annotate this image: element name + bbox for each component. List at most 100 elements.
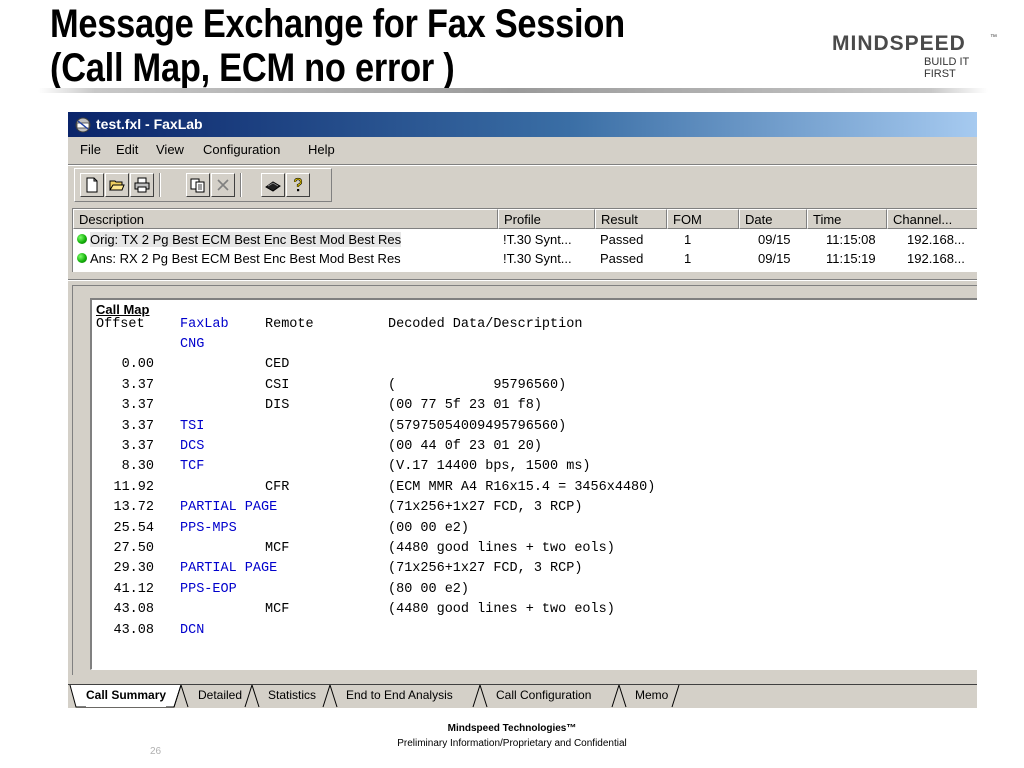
menu-edit[interactable]: Edit [116,142,138,157]
session-description: Ans: RX 2 Pg Best ECM Best Enc Best Mod … [90,251,401,266]
tab-call-configuration[interactable]: Call Configuration [496,685,591,707]
panel-separator [68,279,977,281]
logo-trademark: ™ [990,34,997,41]
call-map-offset: 11.92 [113,479,154,495]
call-map-description: (4480 good lines + two eols) [388,602,615,618]
toolbar-divider [159,173,161,197]
main-toolbar [74,168,332,202]
print-icon [134,177,150,193]
call-map-col-description: Decoded Data/Description [388,317,583,332]
column-channel[interactable]: Channel... [887,209,977,229]
call-map-description: ( 95796560) [388,377,567,393]
call-map-description: (V.17 14400 bps, 1500 ms) [388,459,591,475]
logo-tagline: BUILD IT FIRST [924,56,970,80]
menu-help[interactable]: Help [308,142,335,157]
column-time[interactable]: Time [807,209,887,229]
call-map-content[interactable]: Call Map Offset FaxLab Remote Decoded Da… [90,298,977,670]
session-row[interactable]: Ans: RX 2 Pg Best ECM Best Enc Best Mod … [73,249,977,268]
session-list-header: Description Profile Result FOM Date Time… [73,209,977,229]
delete-icon [217,179,229,191]
call-map-offset: 3.37 [121,418,154,434]
tab-strip: Call Summary Detailed Statistics End to … [68,684,977,708]
call-map-description: (57975054009495796560) [388,418,567,434]
call-map-panel: Call Map Offset FaxLab Remote Decoded Da… [72,285,977,675]
slide-title-line1: Message Exchange for Fax Session [50,2,625,46]
menu-bar: File Edit View Configuration Help [68,140,977,162]
call-map-faxlab: DCN [180,622,205,638]
compile-button[interactable] [261,173,285,197]
column-description[interactable]: Description [73,209,498,229]
call-map-remote: DIS [265,398,290,414]
mindspeed-logo: MINDSPEED ™ BUILD IT FIRST [832,32,1002,80]
window-title: test.fxl - FaxLab [96,116,203,132]
copy-icon [190,178,205,193]
compile-icon [265,181,281,192]
help-button[interactable] [286,173,310,197]
copy-button[interactable] [186,173,210,197]
session-result: Passed [600,251,644,266]
session-time: 11:15:19 [826,251,876,266]
call-map-offset: 43.08 [113,622,154,638]
call-map-description: (71x256+1x27 FCD, 3 RCP) [388,500,583,516]
menu-file[interactable]: File [80,142,101,157]
call-map-offset: 43.08 [113,602,154,618]
column-result[interactable]: Result [595,209,667,229]
menu-view[interactable]: View [156,142,184,157]
menu-configuration[interactable]: Configuration [203,142,280,157]
tab-detailed[interactable]: Detailed [198,685,242,707]
call-map-faxlab: TCF [180,459,205,475]
status-ok-icon [77,253,87,263]
call-map-description: (4480 good lines + two eols) [388,541,615,556]
faxlab-app-icon [75,117,91,133]
call-map-offset: 13.72 [113,500,154,516]
faxlab-window: test.fxl - FaxLab File Edit View Configu… [68,112,977,708]
column-date[interactable]: Date [739,209,807,229]
session-channel: 192.168... [907,232,965,247]
call-map-col-remote: Remote [265,317,314,332]
slide-title-line2: (Call Map, ECM no error ) [50,46,455,90]
session-profile: !T.30 Synt... [503,232,572,247]
session-date: 09/15 [758,251,791,266]
window-titlebar[interactable]: test.fxl - FaxLab [68,112,977,137]
tab-call-summary[interactable]: Call Summary [86,685,167,707]
footer-company: Mindspeed Technologies™ [447,723,577,734]
call-map-remote: CFR [265,479,290,495]
call-map-offset: 29.30 [113,561,154,577]
column-profile[interactable]: Profile [498,209,595,229]
call-map-remote: MCF [265,602,290,618]
call-map-faxlab: PPS-MPS [180,520,237,536]
tab-memo[interactable]: Memo [635,685,668,707]
delete-button[interactable] [211,173,235,197]
call-map-faxlab: TSI [180,418,205,434]
session-profile: !T.30 Synt... [503,251,572,266]
call-map-offset: 8.30 [121,459,154,475]
toolbar-divider [240,173,242,197]
call-map-offset: 41.12 [113,581,154,597]
call-map-description: (80 00 e2) [388,581,470,597]
open-icon [109,180,125,191]
call-map-faxlab: PPS-EOP [180,581,237,597]
tab-statistics[interactable]: Statistics [268,685,316,707]
session-date: 09/15 [758,232,791,247]
call-map-remote: CSI [265,377,290,393]
call-map-faxlab: PARTIAL PAGE [180,500,278,516]
toolbar-separator [68,164,977,166]
open-button[interactable] [105,173,129,197]
print-button[interactable] [130,173,154,197]
call-map-col-faxlab: FaxLab [180,317,229,332]
session-row[interactable]: Orig: TX 2 Pg Best ECM Best Enc Best Mod… [73,230,977,249]
column-fom[interactable]: FOM [667,209,739,229]
call-map-faxlab: DCS [180,439,205,454]
call-map-description: (00 77 5f 23 01 f8) [388,398,542,414]
session-list: Description Profile Result FOM Date Time… [72,208,977,272]
tab-end-to-end-analysis[interactable]: End to End Analysis [346,685,453,707]
call-map-description: (00 00 e2) [388,520,470,536]
call-map-offset: 0.00 [121,357,154,373]
session-channel: 192.168... [907,251,965,266]
new-button[interactable] [80,173,104,197]
session-fom: 1 [684,251,692,266]
call-map-offset: 25.54 [113,520,154,536]
call-map-offset: 27.50 [113,541,154,556]
new-icon [86,177,98,193]
call-map-col-offset: Offset [96,317,145,332]
